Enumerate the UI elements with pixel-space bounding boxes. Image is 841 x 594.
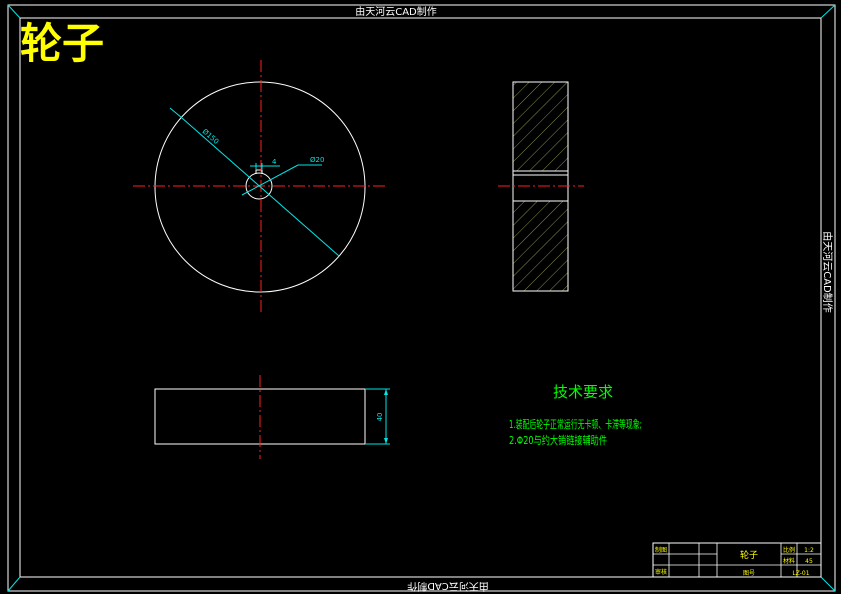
corner-tick	[7, 576, 21, 592]
title-block-drawing-no-label: 图号	[743, 570, 755, 577]
tech-req-heading: 技术要求	[553, 383, 613, 401]
dim-thickness-arrow-bottom	[384, 438, 388, 444]
dim-outer-diameter-leader	[169, 107, 183, 119]
watermark-bottom: 由天河云CAD制作	[407, 580, 489, 593]
dim-bore-leader	[241, 164, 299, 196]
title-block-scale-value: 1:2	[804, 547, 814, 554]
section-view	[498, 81, 584, 292]
watermark-right: 由天河云CAD制作	[821, 231, 834, 313]
dim-thickness-arrow-top	[384, 389, 388, 395]
title-block-scale-label: 比例	[783, 546, 795, 554]
corner-tick	[7, 4, 21, 19]
cad-drawing-sheet: 由天河云CAD制作 由天河云CAD制作 由天河云CAD制作 轮子 Ø150 Ø2…	[7, 4, 836, 593]
title-block-designer-label: 制图	[655, 546, 667, 554]
title-block: 制图 审核 轮子 图号 比例 1:2 材料 45 LZ-01	[652, 542, 822, 578]
title-block-part-name: 轮子	[740, 549, 758, 561]
corner-tick	[820, 4, 836, 19]
title-block-material-label: 材料	[783, 557, 795, 565]
corner-tick	[820, 576, 836, 592]
top-view: 40	[154, 375, 390, 459]
sheet-border	[7, 4, 836, 592]
tech-req-item: 2.Φ20与约大销链接辅助件	[509, 433, 607, 447]
title-block-drawing-no: LZ-01	[792, 570, 809, 577]
drawing-title: 轮子	[20, 19, 104, 68]
section-upper-hatch	[512, 81, 569, 172]
technical-requirements: 技术要求 1.装配后轮子正常运行无卡顿、卡滞等现象; 2.Φ20与约大销链接辅助…	[509, 383, 642, 447]
dim-bore-label: Ø20	[310, 156, 324, 164]
section-lower-hatch	[512, 200, 569, 292]
front-view: Ø150 Ø20 4	[133, 60, 386, 312]
title-block-checker-label: 审核	[655, 568, 667, 576]
dim-thickness-label: 40	[376, 413, 384, 422]
tech-req-item: 1.装配后轮子正常运行无卡顿、卡滞等现象;	[509, 417, 642, 431]
title-block-material-value: 45	[805, 558, 813, 565]
watermark-top: 由天河云CAD制作	[355, 5, 437, 18]
dim-keyway-label: 4	[272, 158, 277, 166]
drawing-frame	[19, 17, 822, 578]
